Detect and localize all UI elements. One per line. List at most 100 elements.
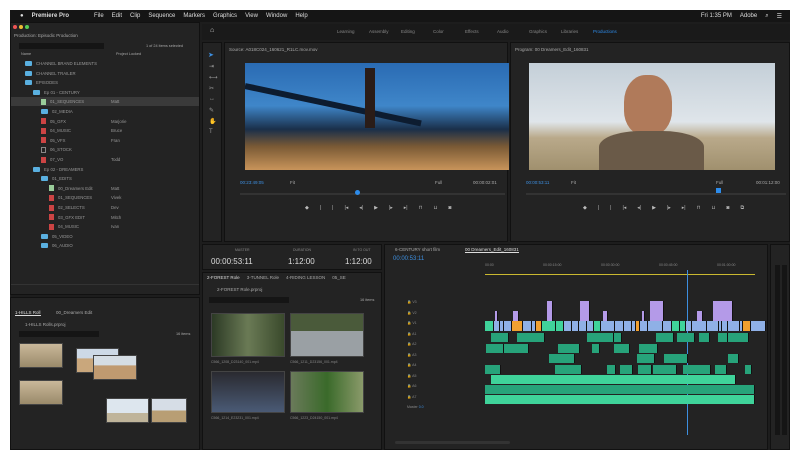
column-project-locked[interactable]: Project Locked <box>116 52 141 56</box>
video-clip[interactable] <box>640 321 649 331</box>
source-timecode[interactable]: 00:23:49:05 <box>240 180 264 185</box>
menu-sequence[interactable]: Sequence <box>148 13 175 19</box>
lock-icon[interactable]: 🔒 <box>407 384 411 388</box>
source-video[interactable] <box>245 63 509 170</box>
video-clip[interactable] <box>578 321 587 331</box>
video-clip[interactable] <box>742 321 751 331</box>
video-clip[interactable] <box>522 321 532 331</box>
workspace-tab-editing[interactable]: Editing <box>401 29 415 34</box>
tab-dreamers-edit[interactable]: 00_Dreamers Edit <box>56 310 92 315</box>
video-clip[interactable] <box>601 321 616 331</box>
audio-clip[interactable] <box>614 343 630 353</box>
project-item[interactable]: 04_MUSIC Ivan <box>11 222 199 231</box>
project-item[interactable]: 06_AUDIO <box>11 241 199 250</box>
project-item[interactable]: 03_GFX EDIT Mitch <box>11 213 199 222</box>
audio-clip[interactable] <box>727 354 739 363</box>
project-item[interactable]: Ep 01 - CENTURY <box>11 88 199 97</box>
mark-in-icon[interactable]: | <box>320 205 321 211</box>
project-item[interactable]: Ep 02 - DREAMERS <box>11 165 199 174</box>
project-item[interactable]: 06_STOCK <box>11 145 199 154</box>
audio-clip[interactable] <box>638 343 658 353</box>
tab-hills-roll[interactable]: 1-HILLS Roll <box>15 310 41 316</box>
audio-clip[interactable] <box>607 364 616 374</box>
pen-icon[interactable]: ✎ <box>209 107 214 114</box>
timeline-timecode[interactable]: 00:00:53:11 <box>393 256 424 262</box>
bin-search-input[interactable] <box>19 331 99 337</box>
menu-edit[interactable]: Edit <box>112 13 122 19</box>
audio-clip[interactable] <box>715 364 727 374</box>
go-to-in-icon[interactable]: |◂ <box>622 205 626 211</box>
home-icon[interactable]: ⌂ <box>210 27 214 34</box>
source-quality-dropdown[interactable]: Full <box>435 180 442 185</box>
go-to-out-icon[interactable]: ▸| <box>682 205 686 211</box>
marker-icon[interactable]: ◆ <box>305 205 309 211</box>
audio-clip[interactable] <box>555 364 582 374</box>
audio-clip[interactable] <box>727 333 750 342</box>
video-clip[interactable] <box>586 321 594 331</box>
video-clip[interactable] <box>593 321 602 331</box>
timeline-zoom-scrollbar[interactable] <box>395 441 510 444</box>
video-clip[interactable] <box>485 321 494 331</box>
project-item[interactable]: 01_SEQUENCES Vivek <box>11 193 199 202</box>
track-select-icon[interactable]: ⇥ <box>209 63 214 70</box>
graphic-clip[interactable] <box>495 311 498 321</box>
lock-icon[interactable]: 🔒 <box>407 395 411 399</box>
overwrite-icon[interactable]: ⊔ <box>434 205 438 211</box>
extract-icon[interactable]: ⊔ <box>712 205 716 211</box>
workspace-tab-graphics[interactable]: Graphics <box>529 29 547 34</box>
program-video[interactable] <box>529 63 775 170</box>
source-title[interactable]: Source: A018C024_160621_R1LC.mov.mov <box>229 47 317 52</box>
track-header[interactable]: 🔒 A6 <box>407 384 416 388</box>
workspace-tab-libraries[interactable]: Libraries <box>561 29 578 34</box>
source-fit-dropdown[interactable]: Fit <box>290 180 295 185</box>
audio-clip[interactable] <box>636 354 656 363</box>
menu-file[interactable]: File <box>94 13 104 19</box>
workspace-tab-assembly[interactable]: Assembly <box>369 29 389 34</box>
source-scrubber[interactable] <box>240 193 505 195</box>
clip-thumbnail[interactable] <box>93 355 137 380</box>
step-forward-icon[interactable]: |▸ <box>667 205 671 211</box>
video-clip[interactable] <box>671 321 681 331</box>
play-icon[interactable]: ▶ <box>374 205 378 211</box>
audio-clip[interactable] <box>637 364 653 374</box>
project-item[interactable]: 07_VO Todd <box>11 155 199 164</box>
project-item[interactable]: 02_MEDIA <box>11 107 199 116</box>
go-to-in-icon[interactable]: |◂ <box>344 205 348 211</box>
audio-clip[interactable] <box>516 333 545 342</box>
app-name[interactable]: Premiere Pro <box>32 13 69 19</box>
lock-icon[interactable]: 🔒 <box>407 374 411 378</box>
project-item[interactable]: 01_EDITS <box>11 174 199 183</box>
video-clip[interactable] <box>706 321 719 331</box>
project-item[interactable]: CHANNEL TRAILER <box>11 69 199 78</box>
audio-clip[interactable] <box>620 364 633 374</box>
master-track[interactable]: Master 0.0 <box>407 405 424 409</box>
clip-thumbnail[interactable] <box>19 343 63 368</box>
audio-clip[interactable] <box>652 364 678 374</box>
lock-icon[interactable]: 🔒 <box>407 321 411 325</box>
audio-clip[interactable] <box>485 364 502 374</box>
graphic-clip[interactable] <box>603 311 608 321</box>
project-item[interactable]: 04_MUSIC Bruce <box>11 126 199 135</box>
audio-clip[interactable] <box>682 364 712 374</box>
razor-icon[interactable]: ✂ <box>209 85 214 92</box>
track-header[interactable]: 🔒 A5 <box>407 374 416 378</box>
step-forward-icon[interactable]: |▸ <box>389 205 393 211</box>
track-header[interactable]: 🔒 A7 <box>407 395 416 399</box>
workspace-tab-effects[interactable]: Effects <box>465 29 479 34</box>
graphic-clip[interactable] <box>547 301 553 321</box>
audio-clip[interactable] <box>592 343 601 353</box>
project-search-input[interactable] <box>19 43 104 49</box>
track-header[interactable]: 🔒 V3 <box>407 300 417 304</box>
video-clip[interactable] <box>615 321 624 331</box>
mark-out-icon[interactable]: | <box>332 205 333 211</box>
lock-icon[interactable]: 🔒 <box>407 342 411 346</box>
track-header[interactable]: 🔒 A2 <box>407 342 416 346</box>
lock-icon[interactable]: 🔒 <box>407 363 411 367</box>
step-back-icon[interactable]: ◂| <box>637 205 641 211</box>
menu-markers[interactable]: Markers <box>183 13 205 19</box>
audio-clip[interactable] <box>586 333 614 342</box>
audio-clip[interactable] <box>744 364 752 374</box>
mark-in-icon[interactable]: | <box>598 205 599 211</box>
graphic-clip[interactable] <box>580 301 590 321</box>
project-item[interactable]: 05_VIDEO <box>11 232 199 241</box>
